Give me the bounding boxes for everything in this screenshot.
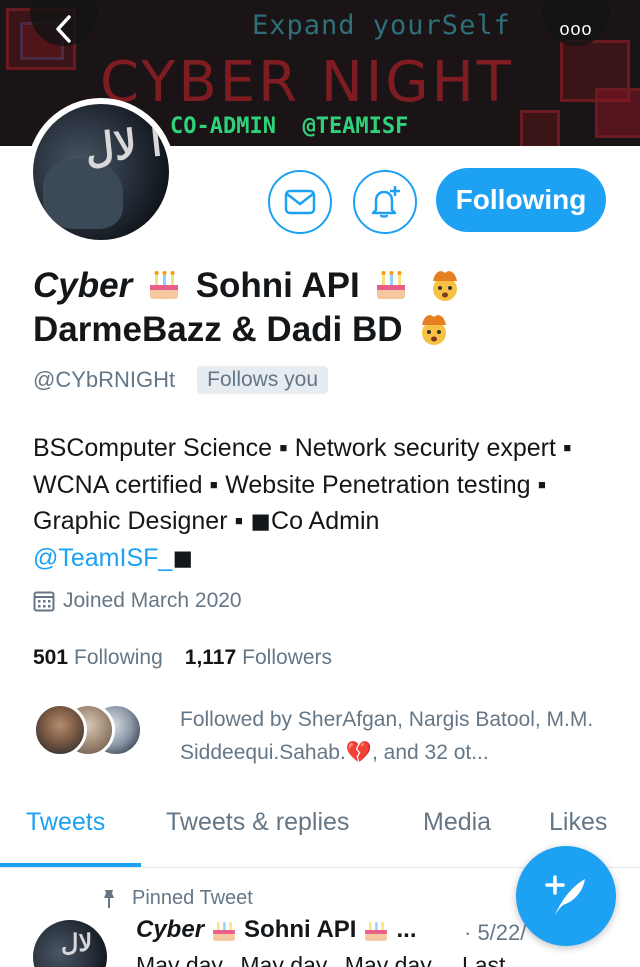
banner-tagline: Expand yourSelf — [252, 10, 511, 41]
pin-icon — [104, 889, 114, 908]
profile-name-part1: Cyber — [33, 266, 133, 305]
bell-plus-icon — [371, 186, 400, 218]
exploding-head-icon — [433, 271, 458, 301]
envelope-icon — [284, 189, 316, 215]
birthday-cake-icon — [213, 922, 235, 941]
tweet-text: May day...May day...May day.....Last — [136, 952, 506, 967]
banner-subtitle: CO-ADMIN @TEAMISF — [170, 114, 409, 139]
bio-mention-link[interactable]: @TeamISF_ — [33, 544, 172, 572]
birthday-cake-icon — [377, 271, 406, 299]
chevron-left-icon — [56, 15, 71, 43]
tweet-author-part1: Cyber — [136, 916, 205, 943]
followers-label: Followers — [242, 646, 333, 669]
handle-row: @CYbRNIGHt Follows you — [33, 366, 329, 394]
exploding-head-icon — [422, 315, 447, 345]
followers-count-link[interactable]: 1,117 Followers — [185, 646, 332, 670]
tweet-author-avatar[interactable]: لال — [33, 920, 107, 967]
joined-date: Joined March 2020 — [33, 589, 242, 613]
avatar-logo-mark: لال — [61, 928, 93, 957]
banner-decor-shape — [595, 88, 640, 138]
following-label: Following — [74, 646, 163, 669]
notifications-button[interactable] — [353, 170, 417, 234]
followed-by-section[interactable]: Followed by SherAfgan, Nargis Batool, M.… — [33, 703, 593, 764]
following-count-link[interactable]: 501 Following — [33, 646, 163, 670]
joined-text: Joined March 2020 — [63, 589, 242, 612]
follows-you-badge: Follows you — [197, 366, 329, 394]
message-button[interactable] — [268, 170, 332, 234]
avatar-image: ا لال — [33, 104, 169, 240]
following-button[interactable]: Following — [436, 168, 606, 232]
followed-by-text: Followed by SherAfgan, Nargis Batool, M.… — [180, 703, 610, 769]
profile-name: Cyber Sohni API DarmeBazz & Dadi BD — [33, 264, 623, 352]
followers-count: 1,117 — [184, 646, 237, 669]
profile-name-line2: DarmeBazz & Dadi BD — [33, 310, 403, 349]
bio-text: BSComputer Science ▪ Network security ex… — [33, 434, 572, 535]
tab-likes[interactable]: Likes — [549, 808, 607, 837]
avatar — [33, 703, 87, 757]
profile-bio: BSComputer Science ▪ Network security ex… — [33, 430, 623, 576]
active-tab-indicator — [0, 863, 141, 867]
profile-handle: @CYbRNIGHt — [33, 367, 176, 392]
tweet-date[interactable]: · 5/22/ — [464, 920, 526, 946]
tweet-author-part2: Sohni API — [244, 916, 357, 943]
more-dots-icon: ooo — [559, 18, 593, 39]
bio-link-suffix: ◼ — [172, 543, 194, 572]
compose-feather-plus-icon — [545, 875, 585, 915]
banner-title: CYBER NIGHT — [100, 50, 514, 115]
tweet-author-ellipsis: ... — [396, 916, 417, 943]
profile-avatar[interactable]: ا لال — [27, 98, 175, 246]
calendar-icon — [33, 591, 55, 612]
profile-name-part2: Sohni API — [195, 266, 360, 305]
pinned-tweet-label: Pinned Tweet — [100, 887, 253, 910]
banner-decor-shape — [520, 110, 560, 146]
tab-tweets-replies[interactable]: Tweets & replies — [166, 808, 349, 837]
following-count: 501 — [33, 646, 69, 669]
follow-counts: 501 Following 1,117 Followers — [33, 646, 354, 670]
broken-heart-icon: 💔 — [345, 741, 372, 764]
pinned-text: Pinned Tweet — [132, 887, 253, 909]
tab-tweets[interactable]: Tweets — [26, 808, 105, 837]
compose-tweet-button[interactable] — [516, 846, 616, 946]
followed-by-suffix: , and 32 ot... — [371, 741, 489, 764]
birthday-cake-icon — [365, 922, 388, 941]
birthday-cake-icon — [149, 271, 178, 299]
avatar-logo-mark: ا لال — [82, 118, 165, 173]
tab-media[interactable]: Media — [423, 808, 491, 837]
